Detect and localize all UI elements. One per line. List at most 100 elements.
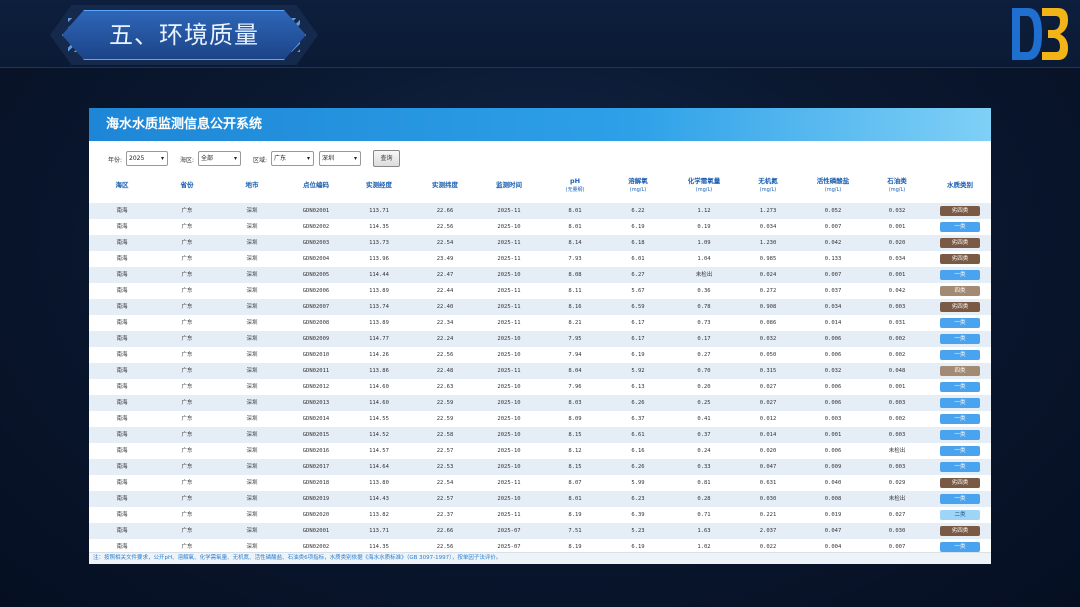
table-cell: 广东 <box>181 240 193 246</box>
table-row[interactable]: 南海 广东 深圳 GDN02008 113.89 22.34 2025-11 8.21 6.17… <box>89 315 991 331</box>
table-cell: 南海 <box>116 224 128 230</box>
table-cell: 2025-11 <box>497 256 521 262</box>
table-cell: 8.09 <box>568 416 582 422</box>
table-cell: 0.006 <box>824 336 842 342</box>
table-cell: GDN02001 <box>302 528 330 534</box>
water-quality-badge: 一类 <box>940 430 980 440</box>
column-header-unit: (mg/L) <box>695 187 713 193</box>
table-row[interactable]: 南海 广东 深圳 GDN02012 114.60 22.63 2025-10 7.96 6.13… <box>89 379 991 395</box>
table-cell: 22.66 <box>436 528 454 534</box>
table-cell: 2025-11 <box>497 304 521 310</box>
column-header-unit: (mg/L) <box>629 187 647 193</box>
table-row[interactable]: 南海 广东 深圳 GDN02006 113.89 22.44 2025-11 8.11 5.67… <box>89 283 991 299</box>
table-cell: 南海 <box>116 528 128 534</box>
table-cell: 0.20 <box>697 384 711 390</box>
table-cell: 0.048 <box>888 368 906 374</box>
province-select[interactable]: 广东 ▾ <box>271 151 314 166</box>
footer-note: 注：按照相关文件要求，公开pH、溶解氧、化学需氧量、无机氮、活性磷酸盐、石油类6… <box>89 552 991 564</box>
table-cell: 0.030 <box>759 496 777 502</box>
table-cell: 1.63 <box>697 528 711 534</box>
table-row[interactable]: 南海 广东 深圳 GDN02016 114.57 22.57 2025-10 8.12 6.16… <box>89 443 991 459</box>
table-cell: 2025-10 <box>497 224 521 230</box>
table-cell: 0.37 <box>697 432 711 438</box>
app-title: 海水水质监测信息公开系统 <box>89 108 991 141</box>
table-cell: 6.61 <box>631 432 645 438</box>
column-header-label: 无机氮 <box>758 177 778 185</box>
table-cell: 22.56 <box>436 352 454 358</box>
table-row[interactable]: 南海 广东 深圳 GDN02007 113.74 22.40 2025-11 8.16 6.59… <box>89 299 991 315</box>
table-cell: 6.27 <box>631 272 645 278</box>
table-cell: 南海 <box>116 432 128 438</box>
water-quality-badge: 四类 <box>940 286 980 296</box>
table-cell: 0.71 <box>697 512 711 518</box>
table-cell: 南海 <box>116 352 128 358</box>
table-cell: 8.21 <box>568 320 582 326</box>
column-header: 地市 <box>222 175 282 200</box>
table-row[interactable]: 南海 广东 深圳 GDN02005 114.44 22.47 2025-10 8.08 6.27… <box>89 267 991 283</box>
table-cell: 8.12 <box>568 448 582 454</box>
table-row[interactable]: 南海 广东 深圳 GDN02013 114.60 22.59 2025-10 8.03 6.26… <box>89 395 991 411</box>
water-quality-badge: 劣四类 <box>940 238 980 248</box>
table-row[interactable]: 南海 广东 深圳 GDN02017 114.64 22.53 2025-10 8.15 6.26… <box>89 459 991 475</box>
query-button[interactable]: 查询 <box>373 150 400 167</box>
table-cell: 2.037 <box>759 528 777 534</box>
column-header: pH (无量纲) <box>545 175 605 200</box>
table-cell: 0.034 <box>888 256 906 262</box>
table-cell: 0.133 <box>824 256 842 262</box>
table-row[interactable]: 南海 广东 深圳 GDN02020 113.82 22.37 2025-11 8.19 6.39… <box>89 507 991 523</box>
city-select[interactable]: 深圳 ▾ <box>319 151 361 166</box>
table-cell: 0.001 <box>824 432 842 438</box>
table-cell: GDN02019 <box>302 496 330 502</box>
water-quality-badge: 一类 <box>940 270 980 280</box>
year-select[interactable]: 2025 ▾ <box>126 151 168 166</box>
water-quality-badge: 二类 <box>940 510 980 520</box>
table-row[interactable]: 南海 广东 深圳 GDN02010 114.26 22.56 2025-10 7.94 6.19… <box>89 347 991 363</box>
table-cell: 2025-11 <box>497 240 521 246</box>
table-cell: 114.64 <box>369 464 389 470</box>
table-cell: 0.006 <box>824 352 842 358</box>
table-cell: 广东 <box>181 256 193 262</box>
table-cell: 2025-10 <box>497 336 521 342</box>
table-cell: 广东 <box>181 336 193 342</box>
table-row[interactable]: 南海 广东 深圳 GDN02003 113.73 22.54 2025-11 8.14 6.18… <box>89 235 991 251</box>
table-cell: GDN02013 <box>302 400 330 406</box>
table-cell: GDN02007 <box>302 304 330 310</box>
table-cell: 0.002 <box>888 336 906 342</box>
table-row[interactable]: 南海 广东 深圳 GDN02014 114.55 22.59 2025-10 8.09 6.37… <box>89 411 991 427</box>
table-cell: 0.36 <box>697 288 711 294</box>
table-cell: 0.034 <box>824 304 842 310</box>
table-cell: 8.01 <box>568 496 582 502</box>
table-row[interactable]: 南海 广东 深圳 GDN02011 113.86 22.48 2025-11 8.04 5.92… <box>89 363 991 379</box>
table-cell: 0.014 <box>759 432 777 438</box>
table-cell: 0.002 <box>888 352 906 358</box>
table-cell: GDN02014 <box>302 416 330 422</box>
table-row[interactable]: 南海 广东 深圳 GDN02001 113.71 22.66 2025-11 8.01 6.22… <box>89 203 991 219</box>
table-row[interactable]: 南海 广东 深圳 GDN02002 114.35 22.56 2025-10 8.01 6.19… <box>89 219 991 235</box>
column-header: 水质类别 <box>930 175 990 200</box>
table-row[interactable]: 南海 广东 深圳 GDN02001 113.71 22.66 2025-07 7.51 5.23… <box>89 523 991 539</box>
table-cell: 2025-11 <box>497 368 521 374</box>
table-row[interactable]: 南海 广东 深圳 GDN02018 113.80 22.54 2025-11 8.07 5.99… <box>89 475 991 491</box>
table-cell: 5.67 <box>631 288 645 294</box>
table-row[interactable]: 南海 广东 深圳 GDN02004 113.96 23.49 2025-11 7.93 6.01… <box>89 251 991 267</box>
column-header: 海区 <box>92 175 152 200</box>
sea-select[interactable]: 全部 ▾ <box>198 151 241 166</box>
table-cell: GDN02012 <box>302 384 330 390</box>
table-cell: 南海 <box>116 512 128 518</box>
table-cell: 广东 <box>181 432 193 438</box>
table-cell: 22.58 <box>436 432 454 438</box>
table-row[interactable]: 南海 广东 深圳 GDN02019 114.43 22.57 2025-10 8.01 6.23… <box>89 491 991 507</box>
table-cell: 22.53 <box>436 464 454 470</box>
table-cell: 7.95 <box>568 336 582 342</box>
table-cell: 深圳 <box>246 272 258 278</box>
table-cell: 2025-10 <box>497 352 521 358</box>
column-header-unit: (无量纲) <box>565 187 585 193</box>
table-cell: 2025-10 <box>497 448 521 454</box>
water-quality-badge: 一类 <box>940 350 980 360</box>
table-row[interactable]: 南海 广东 深圳 GDN02009 114.77 22.24 2025-10 7.95 6.17… <box>89 331 991 347</box>
table-row[interactable]: 南海 广东 深圳 GDN02015 114.52 22.58 2025-10 8.15 6.61… <box>89 427 991 443</box>
chevron-down-icon: ▾ <box>353 155 357 162</box>
province-value: 广东 <box>274 155 287 162</box>
table-cell: 22.57 <box>436 496 454 502</box>
column-header-label: pH <box>569 177 581 185</box>
